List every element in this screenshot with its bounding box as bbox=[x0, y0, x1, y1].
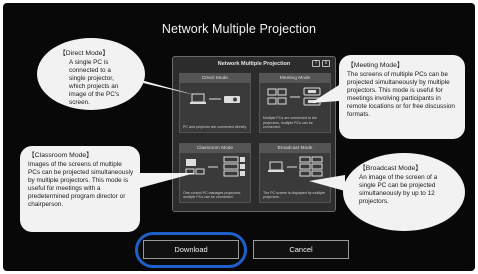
callout-broadcast-mode: 【Broadcast Mode】 An image of the screen … bbox=[343, 153, 465, 231]
app-screen: Network Multiple Projection Network Mult… bbox=[3, 3, 475, 271]
callout-direct-title: 【Direct Mode】 bbox=[59, 50, 110, 57]
callout-meeting-body: The screens of multiple PCs can be proje… bbox=[347, 70, 455, 118]
callout-meeting-mode: 【Meeting Mode】 The screens of multiple P… bbox=[339, 55, 465, 139]
callout-direct-body: A single PC is connected to a single pro… bbox=[69, 58, 120, 106]
callout-classroom-body: Images of the screens of multiple PCs ca… bbox=[28, 160, 134, 208]
callout-meeting-title: 【Meeting Mode】 bbox=[347, 62, 404, 69]
callout-broadcast-body: An image of the screen of a single PC ca… bbox=[359, 173, 438, 205]
download-button[interactable]: Download bbox=[143, 240, 239, 259]
callout-classroom-title: 【Classroom Mode】 bbox=[28, 152, 93, 159]
callout-classroom-mode: 【Classroom Mode】 Images of the screens o… bbox=[20, 146, 140, 232]
cancel-button[interactable]: Cancel bbox=[253, 240, 349, 259]
callout-broadcast-title: 【Broadcast Mode】 bbox=[359, 165, 423, 172]
callout-direct-mode: 【Direct Mode】 A single PC is connected t… bbox=[37, 38, 145, 110]
